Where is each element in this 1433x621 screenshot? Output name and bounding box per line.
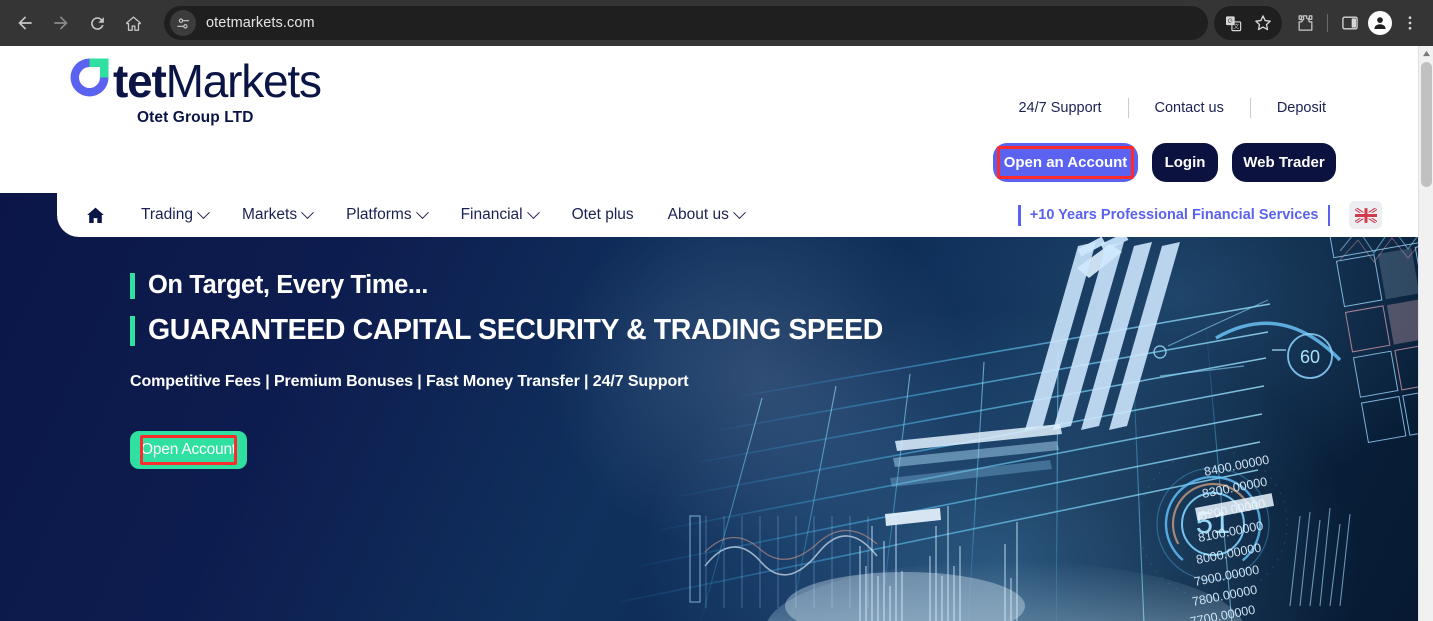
back-arrow-icon (18, 16, 32, 30)
side-panel-icon (1342, 16, 1358, 30)
browser-actions: G 文 (1214, 6, 1433, 40)
page-viewport: 51 60 8400.00000 8300.00000 8100.00000 8… (0, 46, 1433, 621)
side-panel-button[interactable] (1335, 8, 1365, 38)
tune-sliders-icon (176, 18, 189, 28)
hero-open-account-button[interactable]: Open Account (130, 431, 247, 469)
header-cta-group: Open an Account Login Web Trader (993, 143, 1336, 182)
logo-tagline: Otet Group LTD (137, 109, 254, 126)
chevron-down-icon (732, 205, 746, 219)
forward-button[interactable] (44, 6, 78, 40)
chevron-down-icon (415, 205, 429, 219)
profile-avatar-icon (1368, 11, 1392, 35)
chevron-down-icon (197, 205, 210, 219)
translate-button[interactable]: G 文 (1218, 8, 1248, 38)
hero-heading-2: GUARANTEED CAPITAL SECURITY & TRADING SP… (148, 314, 883, 346)
extensions-button[interactable] (1290, 8, 1320, 38)
logo-name-bold: tet (113, 55, 167, 107)
svg-text:60: 60 (1300, 347, 1320, 367)
open-an-account-label: Open an Account (1003, 154, 1128, 171)
nav-item-about-us[interactable]: About us (651, 205, 761, 224)
nav-item-trading[interactable]: Trading (124, 205, 225, 224)
logo-wordmark: tetMarkets (113, 55, 322, 107)
nav-label: Otet plus (571, 206, 634, 223)
web-trader-label: Web Trader (1243, 154, 1325, 171)
years-badge-text: +10 Years Professional Financial Service… (1029, 207, 1319, 223)
chevron-up-icon (1423, 50, 1430, 56)
nav-item-platforms[interactable]: Platforms (329, 205, 443, 224)
top-link-deposit[interactable]: Deposit (1251, 100, 1326, 116)
hero-subheading: Competitive Fees | Premium Bonuses | Fas… (130, 373, 689, 390)
hero-heading-1: On Target, Every Time... (148, 271, 428, 299)
address-bar[interactable]: otetmarkets.com (164, 6, 1208, 40)
login-button[interactable]: Login (1152, 143, 1218, 182)
hero-accent-bar (130, 272, 135, 299)
nav-right-section: +10 Years Professional Financial Service… (1018, 193, 1382, 237)
home-icon (87, 207, 104, 223)
web-trader-button[interactable]: Web Trader (1232, 143, 1336, 182)
hero-open-account-label: Open Account (141, 441, 236, 458)
scrollbar-up-arrow[interactable] (1419, 46, 1433, 60)
translate-icon: G 文 (1225, 15, 1241, 31)
badge-bar-right (1327, 204, 1330, 226)
chevron-down-icon (301, 205, 314, 219)
login-label: Login (1164, 154, 1206, 171)
uk-flag-icon (1354, 207, 1377, 223)
reload-icon (90, 16, 104, 30)
top-link-contact[interactable]: Contact us (1129, 100, 1250, 116)
hero-heading-1-row: On Target, Every Time... (130, 271, 883, 300)
nav-item-financial[interactable]: Financial (444, 205, 555, 224)
site-header: tetMarkets Otet Group LTD 24/7 Support C… (0, 46, 1418, 193)
nav-items: Trading Markets Platforms Financial Otet… (124, 205, 761, 224)
chrome-menu-button[interactable] (1395, 8, 1425, 38)
home-button[interactable] (116, 6, 150, 40)
nav-home-button[interactable] (85, 205, 106, 226)
hero-content: On Target, Every Time... GUARANTEED CAPI… (130, 271, 883, 469)
open-an-account-button[interactable]: Open an Account (993, 143, 1138, 182)
browser-toolbar: otetmarkets.com G 文 (0, 0, 1433, 46)
home-icon (125, 16, 141, 31)
hero-accent-bar (130, 315, 135, 346)
bookmark-button[interactable] (1248, 8, 1278, 38)
site-settings-button[interactable] (170, 10, 196, 36)
three-dot-menu-icon (1408, 16, 1412, 30)
url-text: otetmarkets.com (206, 15, 315, 31)
main-navigation-bar: Trading Markets Platforms Financial Otet… (57, 193, 1418, 237)
back-button[interactable] (8, 6, 42, 40)
star-icon (1255, 15, 1271, 31)
reload-button[interactable] (80, 6, 114, 40)
top-utility-links: 24/7 Support Contact us Deposit (1018, 98, 1326, 118)
otet-ring-logo-icon (66, 54, 113, 101)
nav-label: Markets (241, 206, 298, 223)
site-logo[interactable]: tetMarkets Otet Group LTD (66, 54, 322, 127)
nav-label: About us (667, 206, 729, 223)
profile-button[interactable] (1365, 8, 1395, 38)
extensions-puzzle-icon (1298, 15, 1313, 31)
nav-item-otet-plus[interactable]: Otet plus (555, 206, 651, 224)
nav-label: Financial (460, 206, 523, 223)
browser-nav-buttons (0, 6, 150, 40)
logo-row: tetMarkets (66, 54, 322, 107)
top-link-support[interactable]: 24/7 Support (1018, 100, 1127, 116)
nav-item-markets[interactable]: Markets (225, 205, 329, 224)
forward-arrow-icon (54, 16, 68, 30)
page-scrollbar[interactable] (1418, 46, 1433, 621)
language-selector[interactable] (1349, 201, 1382, 229)
toolbar-divider (1327, 14, 1328, 32)
hero-heading-2-row: GUARANTEED CAPITAL SECURITY & TRADING SP… (130, 314, 883, 347)
omnibox-actions-pill: G 文 (1214, 6, 1282, 40)
logo-name-light: Markets (165, 55, 322, 107)
chevron-down-icon (526, 205, 540, 219)
nav-label: Trading (141, 206, 193, 223)
nav-label: Platforms (346, 206, 412, 223)
scrollbar-thumb[interactable] (1421, 62, 1432, 187)
